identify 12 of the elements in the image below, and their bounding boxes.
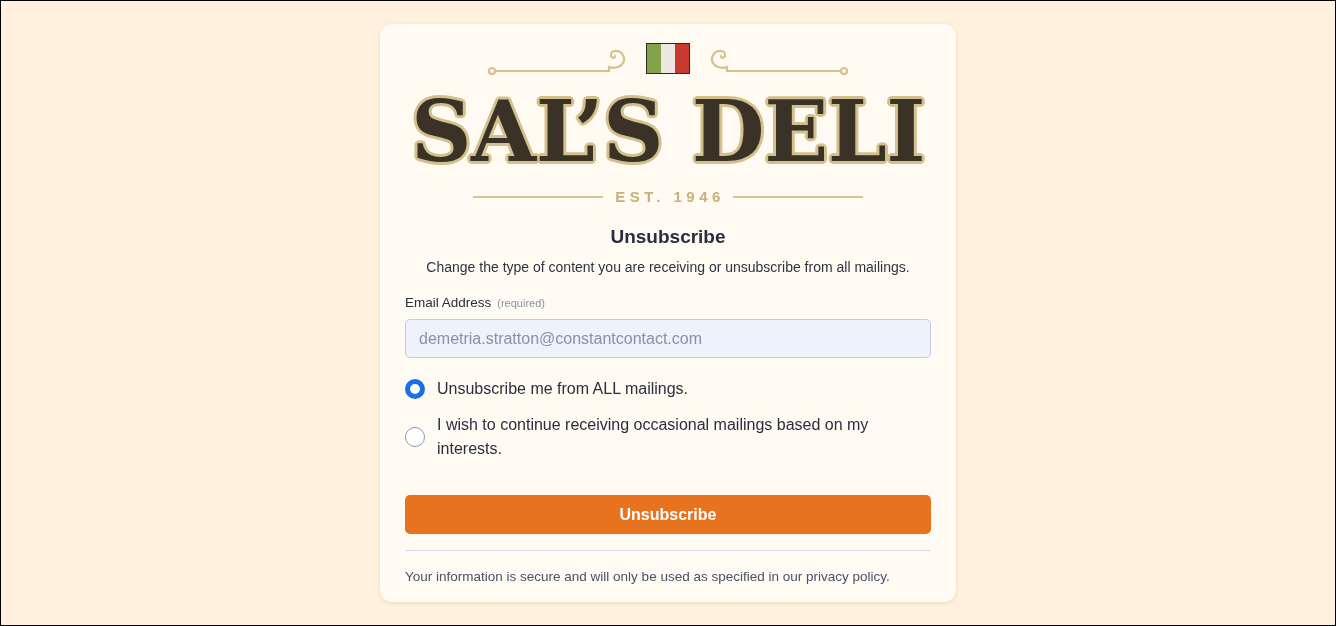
radio-button[interactable] [405, 427, 425, 447]
required-hint: (required) [497, 297, 545, 309]
logo-tagline: EST. 1946 [614, 188, 725, 205]
radio-label[interactable]: Unsubscribe me from ALL mailings. [437, 377, 689, 401]
form-title: Unsubscribe [609, 225, 727, 249]
field-label: Email Address [405, 295, 492, 310]
logo-title: SAL’S DELI [409, 90, 927, 174]
radio-button[interactable] [405, 379, 425, 399]
flag-icon [646, 43, 690, 74]
footer-note: Your information is secure and will only be used as specified in our privacy policy. [405, 568, 891, 586]
form-description: Change the type of content you are receiving or unsubscribe from all mailings. [425, 258, 911, 276]
radio-label[interactable]: I wish to continue receiving occasional mailings based on my interests. [437, 413, 931, 461]
